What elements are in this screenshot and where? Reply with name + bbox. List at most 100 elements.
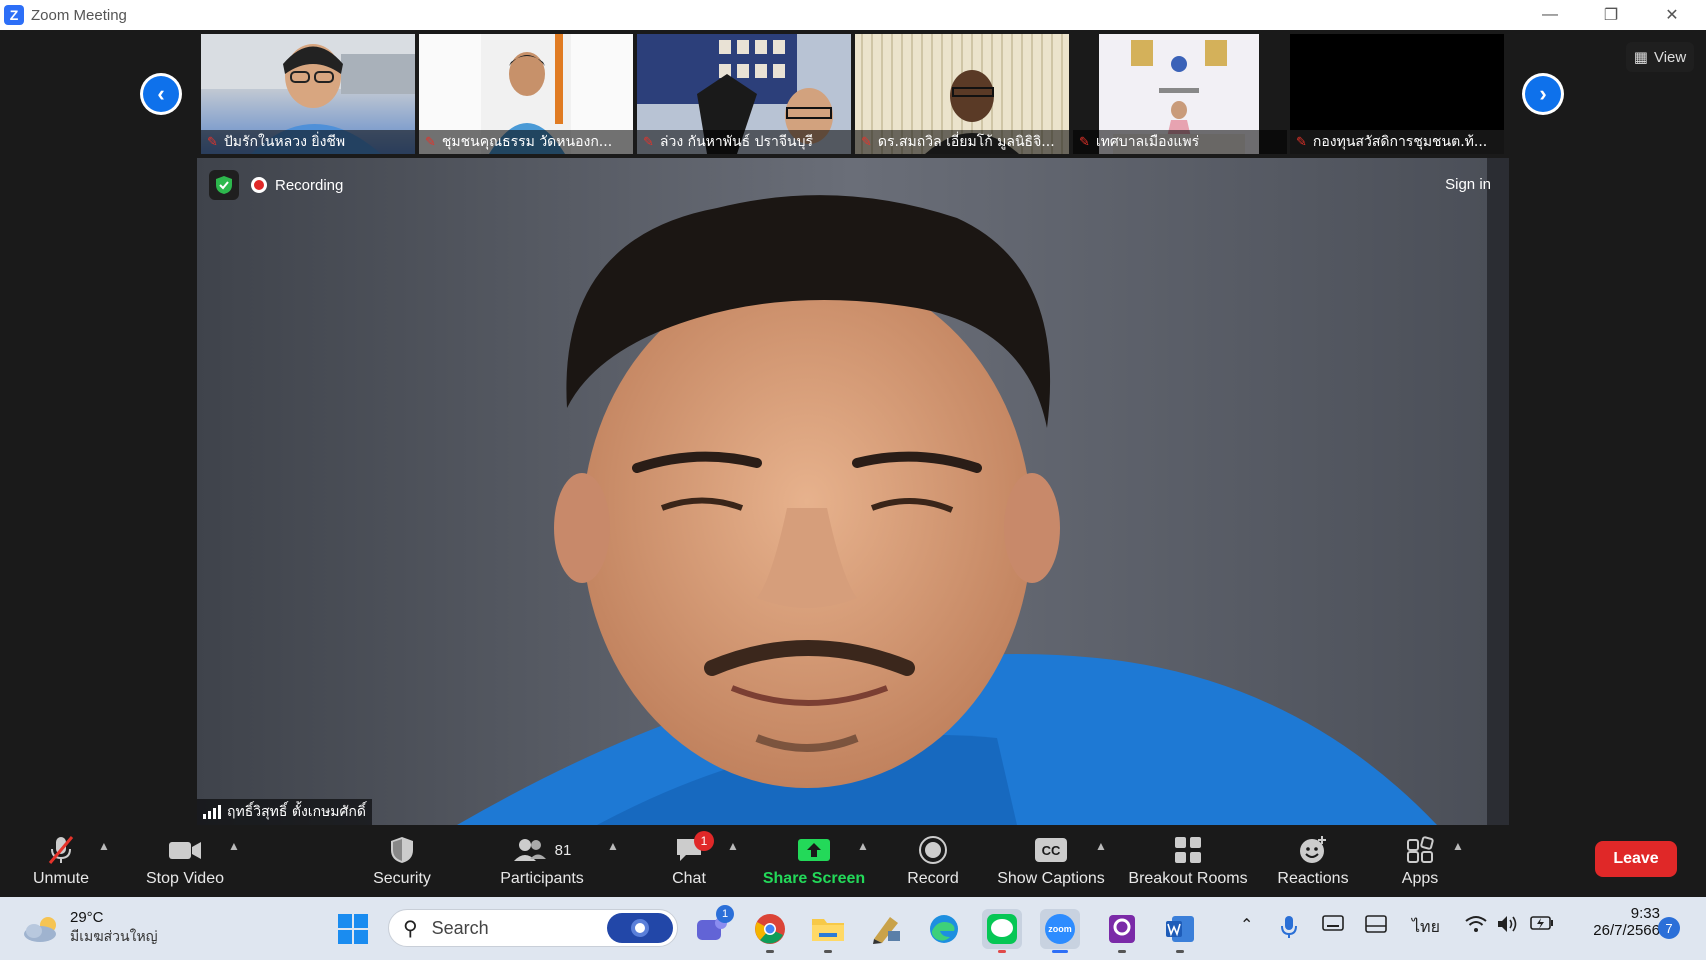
speaker-video-frame	[197, 158, 1509, 825]
minimize-button[interactable]: —	[1520, 0, 1580, 30]
view-button[interactable]: ▦ View	[1626, 42, 1694, 72]
mic-muted-icon: ✎	[861, 134, 872, 150]
chevron-left-icon: ‹	[143, 76, 179, 112]
speaker-name: ฤทธิ์วิสุทธิ์ ตั้งเกษมศักดิ์	[227, 804, 366, 820]
participant-tile[interactable]: ✎ กองทุนสวัสดิการชุมชนต.ท้...	[1290, 34, 1504, 154]
breakout-rooms-button[interactable]: Breakout Rooms	[1126, 831, 1250, 891]
search-highlight-icon[interactable]	[607, 913, 673, 943]
record-label: Record	[907, 870, 959, 887]
search-icon: ⚲	[403, 917, 418, 940]
participants-count: 81	[554, 841, 572, 859]
window-title: Zoom Meeting	[31, 6, 127, 24]
file-explorer-icon[interactable]	[808, 909, 848, 953]
unmute-button[interactable]: Unmute	[24, 831, 98, 891]
breakout-rooms-label: Breakout Rooms	[1128, 870, 1248, 887]
participant-name: ✎ ล่วง กันหาพันธ์ ปราจีนบุรี	[637, 130, 851, 154]
chat-button[interactable]: 1 Chat	[664, 831, 714, 891]
share-screen-button[interactable]: Share Screen	[762, 831, 866, 891]
participants-options-caret[interactable]: ▲	[607, 839, 619, 853]
mic-muted-icon: ✎	[1296, 134, 1307, 150]
zoom-glyph: zoom	[1045, 914, 1075, 944]
participant-tile[interactable]: ✎ ปัมรักในหลวง ยิ่งชีพ	[201, 34, 415, 154]
share-screen-label: Share Screen	[762, 870, 866, 887]
smiley-plus-icon	[1298, 833, 1328, 867]
record-dot-icon	[251, 177, 267, 193]
participant-name-text: ปัมรักในหลวง ยิ่งชีพ	[223, 134, 346, 150]
apps-label: Apps	[1401, 870, 1439, 887]
video-options-caret[interactable]: ▲	[228, 839, 240, 853]
meeting-stage: ‹ ✎ ปัมรักในหลวง ยิ่งชีพ ✎ ชุมชนคุณธรรม วั…	[0, 30, 1706, 825]
stop-video-label: Stop Video	[146, 870, 224, 887]
show-captions-button[interactable]: CC Show Captions	[994, 831, 1108, 891]
cloudy-weather-icon	[24, 916, 56, 942]
reactions-button[interactable]: Reactions	[1276, 831, 1350, 891]
captions-options-caret[interactable]: ▲	[1095, 839, 1107, 853]
pdf-app-icon[interactable]	[1102, 909, 1142, 953]
record-icon	[918, 833, 948, 867]
battery-charging-icon[interactable]	[1530, 915, 1554, 936]
participant-tile[interactable]: ✎ ดร.สมถวิล เอี่ยมโก้ มูลนิธิจิ...	[855, 34, 1069, 154]
close-button[interactable]: ✕	[1642, 0, 1702, 30]
participant-tile[interactable]: ✎ เทศบาลเมืองแพร่	[1073, 34, 1287, 154]
participant-name: ✎ ชุมชนคุณธรรม วัดหนองก...	[419, 130, 633, 154]
teams-chat-icon[interactable]: 1	[692, 905, 734, 949]
signal-strength-icon	[203, 805, 221, 819]
apps-button[interactable]: Apps	[1400, 831, 1440, 891]
security-button[interactable]: Security	[366, 831, 438, 891]
chat-bubble-icon: 1	[674, 831, 714, 867]
weather-widget[interactable]: 29°C มีเมฆส่วนใหญ่	[22, 909, 158, 948]
participant-name-text: เทศบาลเมืองแพร่	[1095, 134, 1200, 150]
recording-label: Recording	[275, 176, 344, 194]
mic-muted-icon: ✎	[643, 134, 654, 150]
keyboard-icon[interactable]	[1322, 915, 1344, 936]
zoom-app-icon[interactable]: zoom	[1040, 909, 1080, 953]
participant-tile[interactable]: ✎ ชุมชนคุณธรรม วัดหนองก...	[419, 34, 633, 154]
clock-date: 26/7/2566	[1593, 922, 1660, 939]
participants-label: Participants	[500, 870, 584, 887]
recording-indicator[interactable]: Recording	[251, 170, 343, 200]
participant-name-text: ล่วง กันหาพันธ์ ปราจีนบุรี	[659, 134, 814, 150]
weather-description: มีเมฆส่วนใหญ่	[70, 929, 158, 945]
participants-icon: 81	[513, 833, 572, 867]
leave-button[interactable]: Leave	[1595, 841, 1677, 877]
active-speaker-video: Recording Sign in ฤทธิ์วิสุทธิ์ ตั้งเกษม…	[197, 158, 1509, 825]
view-label: View	[1653, 48, 1687, 66]
edge-browser-icon[interactable]	[924, 909, 964, 949]
editor-app-icon[interactable]	[866, 909, 906, 949]
participant-tile[interactable]: ✎ ล่วง กันหาพันธ์ ปราจีนบุรี	[637, 34, 851, 154]
gallery-prev-button[interactable]: ‹	[140, 73, 182, 115]
apps-options-caret[interactable]: ▲	[1452, 839, 1464, 853]
word-app-icon[interactable]	[1160, 909, 1200, 953]
input-language-indicator[interactable]: ไทย	[1412, 915, 1440, 940]
taskbar-search-input[interactable]: ⚲ Search	[388, 909, 678, 947]
windows-start-icon[interactable]	[333, 909, 373, 949]
reactions-label: Reactions	[1277, 870, 1349, 887]
share-options-caret[interactable]: ▲	[857, 839, 869, 853]
microphone-icon[interactable]	[1281, 915, 1297, 944]
meeting-controls-bar: Unmute ▲ Stop Video ▲ Security 81 Partic…	[0, 825, 1706, 897]
line-app-icon[interactable]	[982, 909, 1022, 953]
tablet-mode-icon[interactable]	[1365, 915, 1387, 938]
sign-in-link[interactable]: Sign in	[1445, 176, 1491, 193]
teams-badge: 1	[716, 905, 734, 923]
volume-icon[interactable]	[1497, 915, 1519, 938]
system-clock[interactable]: 9:33 26/7/2566	[1560, 905, 1660, 939]
participants-button[interactable]: 81 Participants	[494, 831, 590, 891]
mic-muted-icon: ✎	[207, 134, 218, 150]
closed-captions-icon: CC	[1035, 833, 1067, 867]
chat-label: Chat	[672, 870, 706, 887]
title-bar: Z Zoom Meeting — ❐ ✕	[0, 0, 1706, 30]
encryption-shield-icon[interactable]	[209, 170, 239, 200]
record-button[interactable]: Record	[904, 831, 962, 891]
show-hidden-icons-chevron-icon[interactable]: ⌃	[1240, 915, 1253, 935]
speaker-name-tag: ฤทธิ์วิสุทธิ์ ตั้งเกษมศักดิ์	[197, 799, 372, 825]
chrome-icon[interactable]	[750, 909, 790, 953]
gallery-next-button[interactable]: ›	[1522, 73, 1564, 115]
audio-options-caret[interactable]: ▲	[98, 839, 110, 853]
wifi-icon[interactable]	[1465, 915, 1487, 938]
chat-options-caret[interactable]: ▲	[727, 839, 739, 853]
notification-count-badge[interactable]: 7	[1658, 917, 1680, 939]
stop-video-button[interactable]: Stop Video	[140, 831, 230, 891]
restore-button[interactable]: ❐	[1581, 0, 1641, 30]
grid-view-icon: ▦	[1633, 49, 1648, 66]
